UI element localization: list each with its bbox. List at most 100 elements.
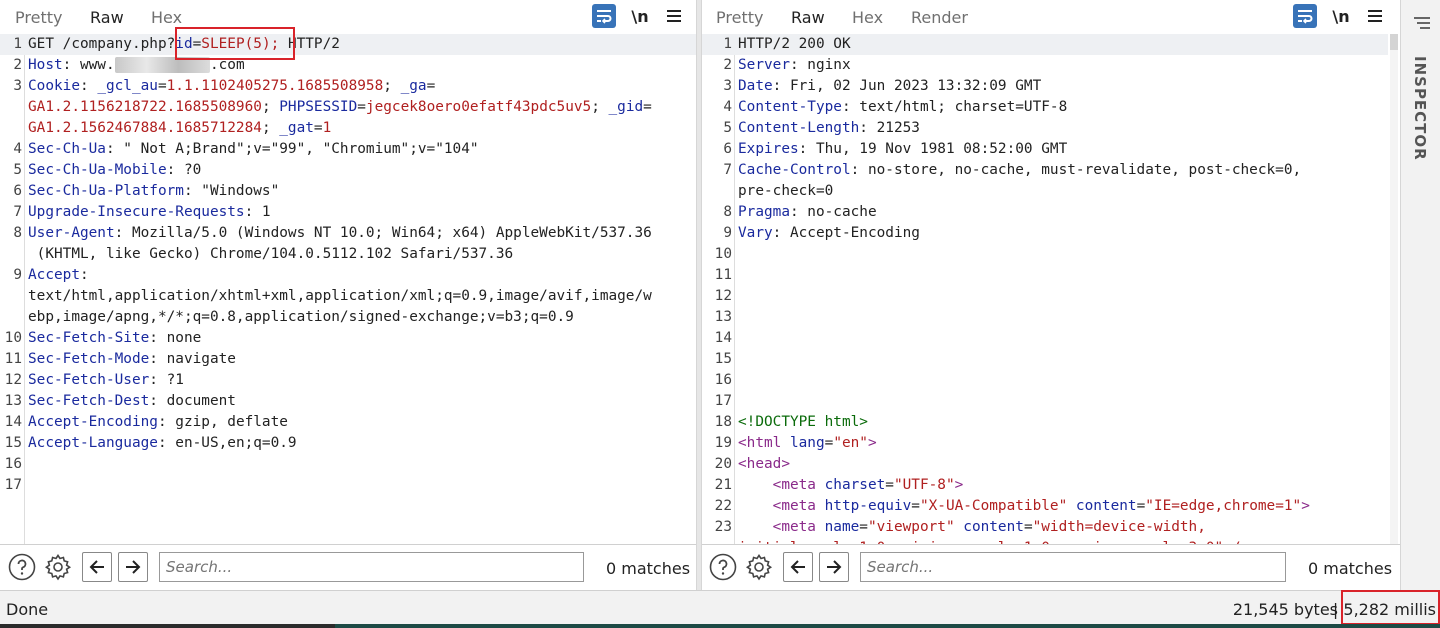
- settings-gear-icon[interactable]: [744, 552, 774, 582]
- request-pane: Pretty Raw Hex \n 1 GET /company.php?id=S…: [0, 0, 696, 590]
- request-editor[interactable]: 1 GET /company.php?id=SLEEP(5); HTTP/2 2 Ho…: [0, 34, 696, 544]
- response-editor[interactable]: 1 HTTP/2 200 OK 2 Server: nginx 3 Date: Fri, …: [702, 34, 1388, 544]
- token: http-equiv: [824, 498, 912, 514]
- token: =: [859, 519, 868, 535]
- token: Host: [28, 57, 63, 73]
- token: : 1: [244, 204, 271, 220]
- show-newlines-button[interactable]: \n: [628, 4, 652, 28]
- response-search-input[interactable]: [860, 552, 1286, 582]
- line-text: Accept-Encoding: gzip, deflate: [28, 412, 288, 433]
- inspector-label[interactable]: INSPECTOR: [1411, 56, 1429, 161]
- tab-response-render[interactable]: Render: [911, 8, 968, 27]
- tab-request-pretty[interactable]: Pretty: [15, 8, 62, 27]
- response-size: 21,545 bytes: [1232, 600, 1338, 619]
- line-number: 15: [714, 351, 732, 367]
- help-icon[interactable]: [708, 552, 738, 582]
- line-number: 12: [4, 372, 22, 388]
- token: Content-Type: [738, 99, 842, 115]
- request-match-count: 0 matches: [606, 559, 691, 578]
- code-line: 5 Sec-Ch-Ua-Mobile: ?0: [0, 160, 696, 181]
- token: =: [885, 477, 894, 493]
- line-number: 11: [4, 351, 22, 367]
- token: charset: [824, 477, 886, 493]
- token: Date: [738, 78, 773, 94]
- code-line: ebp,image/apng,*/*;q=0.8,application/sig…: [0, 307, 696, 328]
- response-scrollbar[interactable]: [1390, 34, 1398, 544]
- line-number: 4: [723, 99, 732, 115]
- token: "en": [833, 435, 868, 451]
- line-number: 2: [723, 57, 732, 73]
- scrollbar-thumb[interactable]: [1390, 34, 1398, 50]
- inspector-menu-icon[interactable]: [1413, 16, 1431, 36]
- token: "UTF-8": [893, 477, 955, 493]
- line-text: (KHTML, like Gecko) Chrome/104.0.5112.10…: [28, 244, 514, 265]
- token: Accept-Language: [28, 435, 158, 451]
- request-search-input[interactable]: [159, 552, 584, 582]
- code-line: 6 Sec-Ch-Ua-Platform: "Windows": [0, 181, 696, 202]
- request-tabs: Pretty Raw Hex \n: [0, 0, 696, 36]
- token: : text/html; charset=UTF-8: [841, 99, 1068, 115]
- next-match-arrow-icon[interactable]: [118, 552, 148, 582]
- code-line: 10: [702, 244, 1388, 265]
- line-text: Accept-Language: en-US,en;q=0.9: [28, 433, 297, 454]
- line-text: <meta name="viewport" content="width=dev…: [738, 517, 1206, 538]
- code-line: 15 Accept-Language: en-US,en;q=0.9: [0, 433, 696, 454]
- code-line: 13 Sec-Fetch-Dest: document: [0, 391, 696, 412]
- code-line: 1 HTTP/2 200 OK: [702, 34, 1388, 55]
- word-wrap-icon[interactable]: [592, 4, 616, 28]
- tab-request-raw[interactable]: Raw: [75, 8, 139, 36]
- tab-request-hex[interactable]: Hex: [151, 8, 182, 27]
- tab-response-hex[interactable]: Hex: [852, 8, 883, 27]
- token: <head>: [738, 456, 790, 472]
- token: text/html,application/xhtml+xml,applicat…: [28, 288, 652, 304]
- line-text: text/html,application/xhtml+xml,applicat…: [28, 286, 652, 307]
- token: "IE=edge,chrome=1": [1145, 498, 1302, 514]
- token: Sec-Fetch-Mode: [28, 351, 150, 367]
- code-line: 5 Content-Length: 21253: [702, 118, 1388, 139]
- word-wrap-icon[interactable]: [1293, 4, 1317, 28]
- token: Sec-Ch-Ua: [28, 141, 106, 157]
- line-text: <meta http-equiv="X-UA-Compatible" conte…: [738, 496, 1310, 517]
- line-text: GA1.2.1562467884.1685712284; _gat=1: [28, 118, 331, 139]
- line-number: 3: [13, 78, 22, 94]
- code-line: 23 <meta name="viewport" content="width=…: [702, 517, 1388, 538]
- code-line: 11: [702, 265, 1388, 286]
- show-newlines-button[interactable]: \n: [1329, 4, 1353, 28]
- token: : gzip, deflate: [157, 414, 288, 430]
- line-number: 9: [723, 225, 732, 241]
- token: : Mozilla/5.0 (Windows NT 10.0; Win64; x…: [114, 225, 652, 241]
- line-number: 14: [714, 330, 732, 346]
- line-text: Pragma: no-cache: [738, 202, 877, 223]
- line-text: pre-check=0: [738, 181, 833, 202]
- line-number: 9: [13, 267, 22, 283]
- token: Server: [738, 57, 790, 73]
- token: =: [426, 78, 436, 94]
- code-line: 17: [702, 391, 1388, 412]
- menu-icon[interactable]: [1363, 4, 1387, 28]
- token: Sec-Fetch-User: [28, 372, 150, 388]
- token: =: [157, 78, 167, 94]
- tab-response-pretty[interactable]: Pretty: [716, 8, 763, 27]
- previous-match-arrow-icon[interactable]: [82, 552, 112, 582]
- line-text: Sec-Ch-Ua-Mobile: ?0: [28, 160, 201, 181]
- line-text: Sec-Ch-Ua-Platform: "Windows": [28, 181, 279, 202]
- inspector-panel[interactable]: INSPECTOR: [1400, 0, 1440, 590]
- token: : " Not A;Brand";v="99", "Chromium";v="1…: [105, 141, 479, 157]
- token: lang: [789, 435, 825, 451]
- tab-response-raw[interactable]: Raw: [776, 8, 840, 36]
- help-icon[interactable]: [7, 552, 37, 582]
- token: :: [79, 78, 98, 94]
- line-number: 17: [4, 477, 22, 493]
- settings-gear-icon[interactable]: [43, 552, 73, 582]
- line-number: 23: [714, 519, 732, 535]
- next-match-arrow-icon[interactable]: [819, 552, 849, 582]
- token: ;: [261, 120, 280, 136]
- response-time-highlight-box: [1341, 590, 1440, 625]
- line-text: Cache-Control: no-store, no-cache, must-…: [738, 160, 1301, 181]
- request-editor-toolbar: \n: [592, 4, 692, 30]
- previous-match-arrow-icon[interactable]: [783, 552, 813, 582]
- menu-icon[interactable]: [662, 4, 686, 28]
- token: _gat: [279, 120, 314, 136]
